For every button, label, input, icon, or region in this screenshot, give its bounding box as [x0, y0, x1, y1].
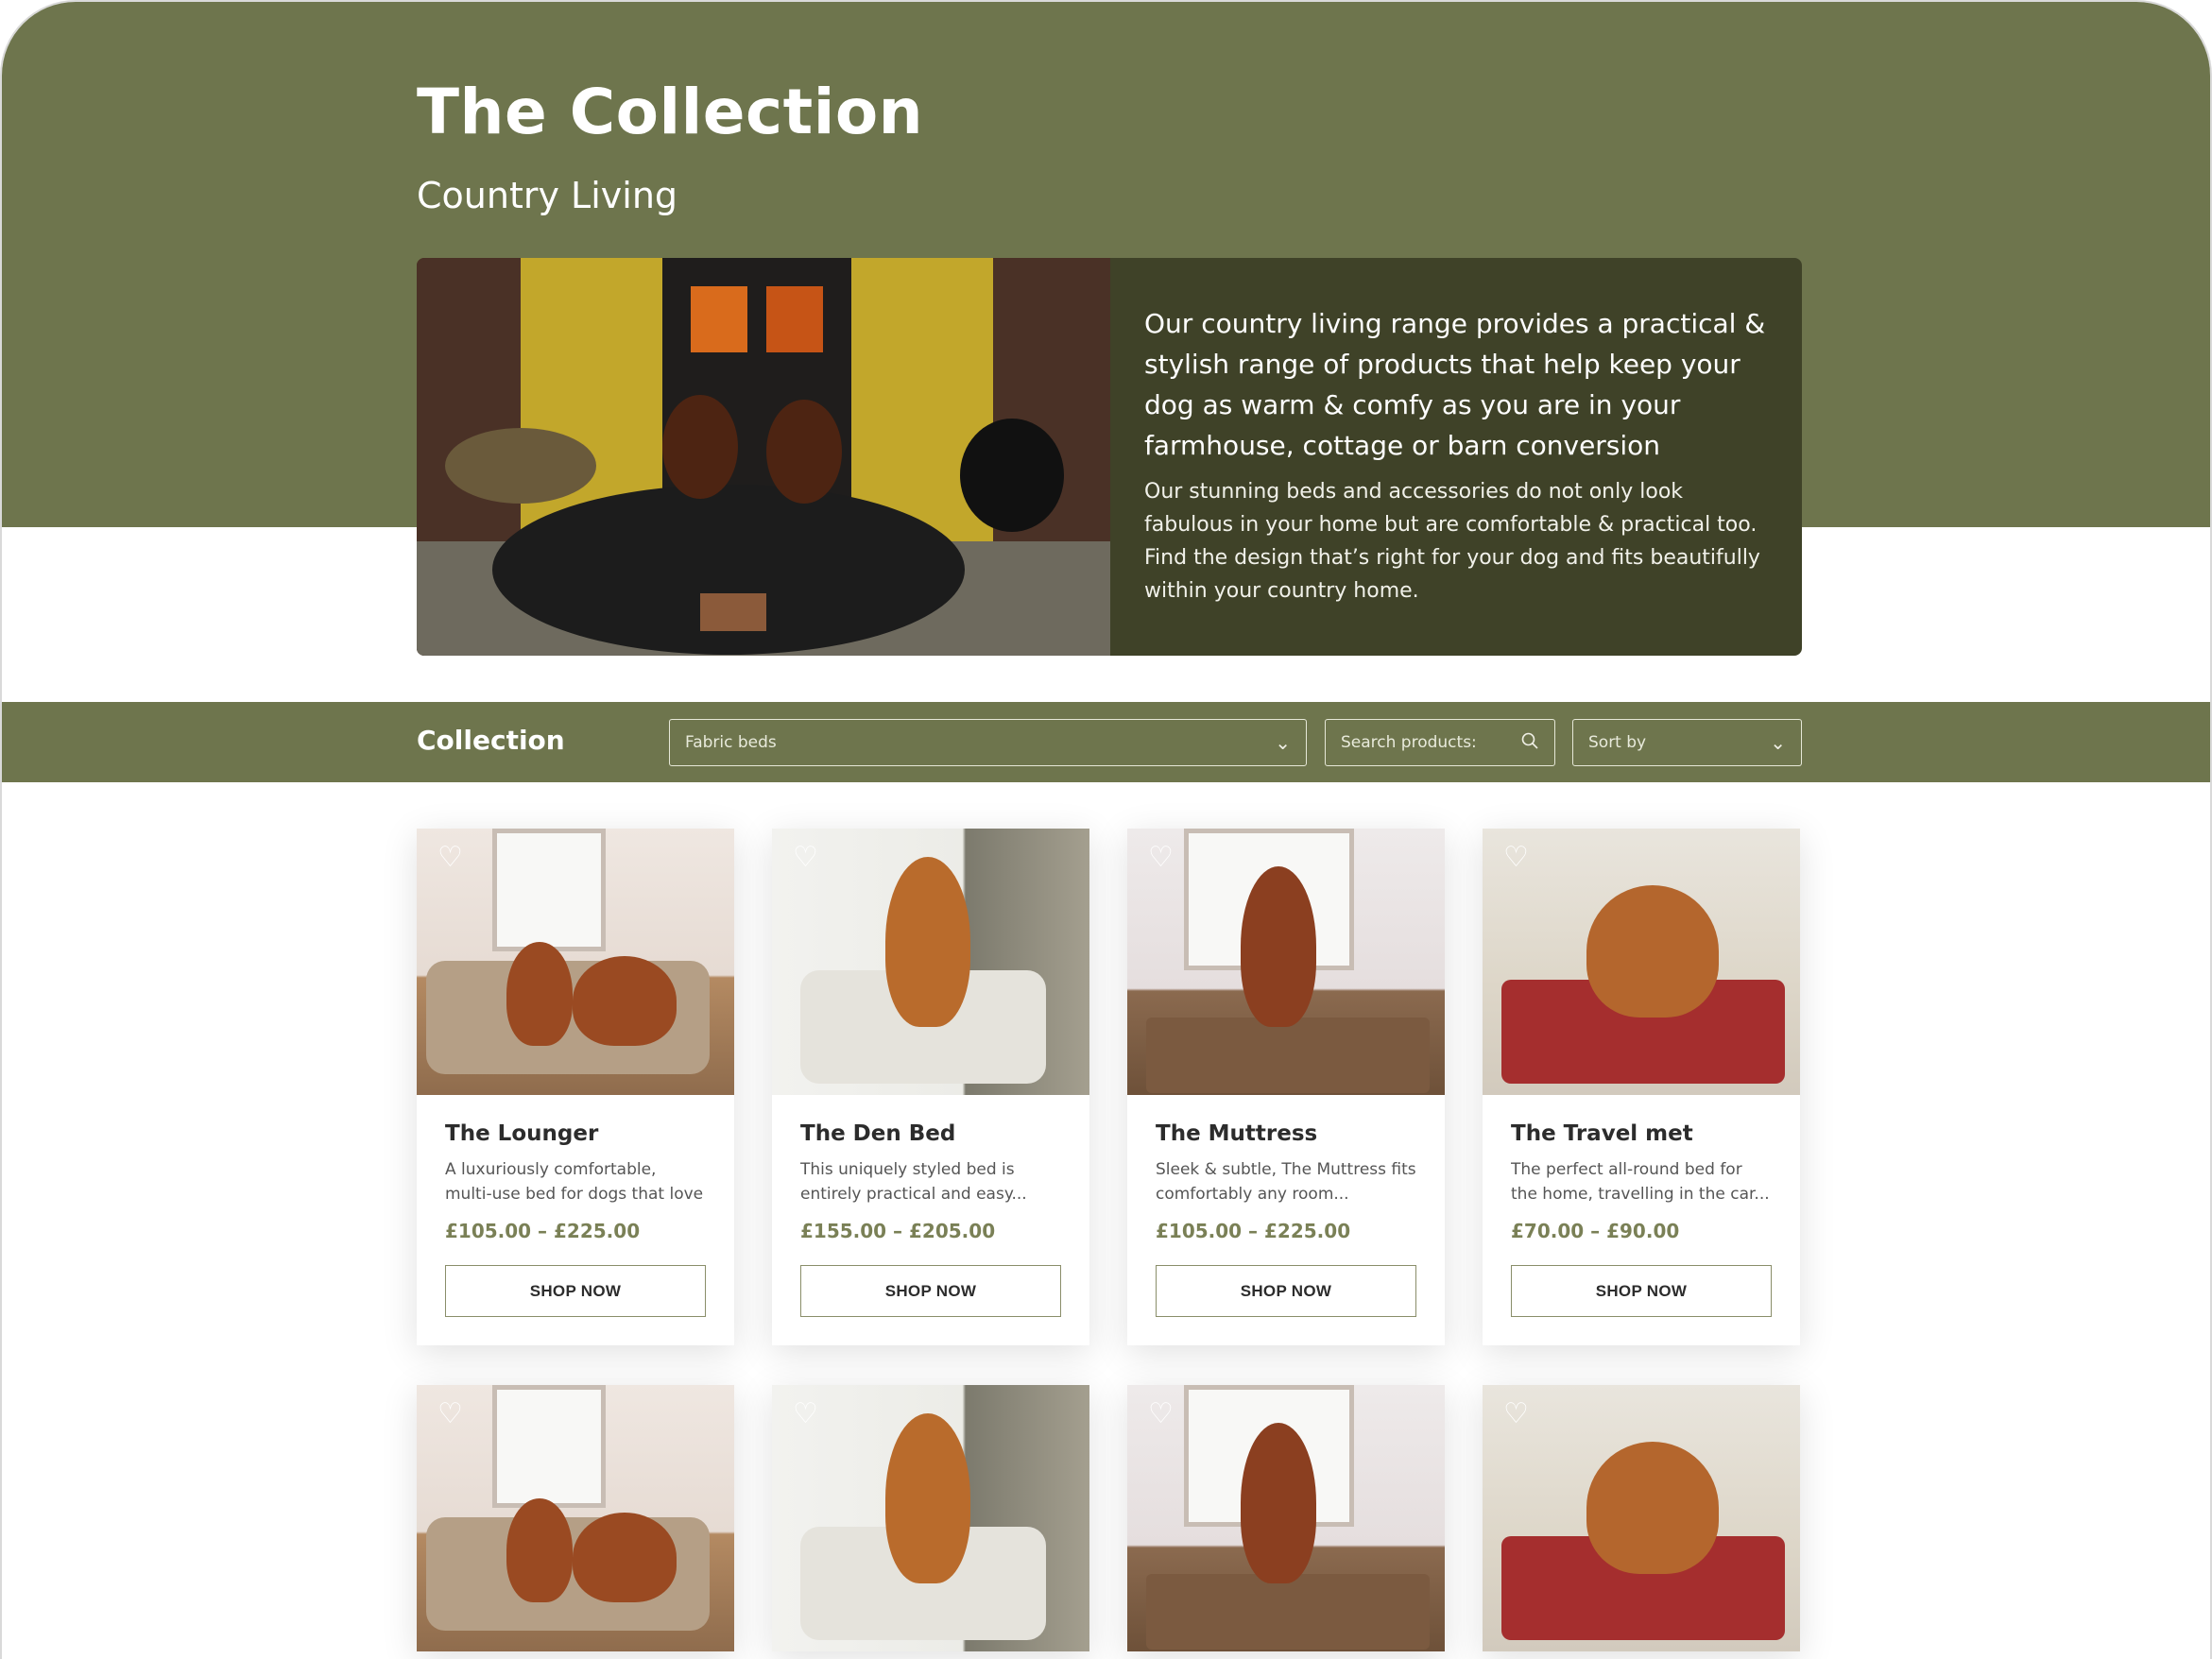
hero-card: Our country living range provides a prac…: [417, 258, 1802, 656]
shop-now-button[interactable]: SHOP NOW: [800, 1265, 1061, 1317]
product-card[interactable]: ♡: [1483, 1385, 1800, 1651]
shop-now-button[interactable]: SHOP NOW: [1156, 1265, 1416, 1317]
heart-outline-icon[interactable]: ♡: [1503, 844, 1529, 872]
hero-body: Our stunning beds and accessories do not…: [1144, 480, 1760, 603]
hero-illustration: [417, 258, 1110, 656]
product-image[interactable]: ♡: [772, 1385, 1089, 1651]
search-placeholder: Search products:: [1341, 733, 1477, 752]
hero-text: Our country living range provides a prac…: [1110, 258, 1802, 656]
product-image[interactable]: ♡: [772, 829, 1089, 1095]
product-description: This uniquely styled bed is entirely pra…: [800, 1160, 1027, 1204]
product-title: The Den Bed: [800, 1121, 956, 1146]
product-title: The Travel met: [1511, 1121, 1693, 1146]
product-image[interactable]: ♡: [1127, 829, 1445, 1095]
product-image[interactable]: ♡: [417, 1385, 734, 1651]
search-icon[interactable]: [1520, 731, 1539, 755]
page-subtitle: Country Living: [417, 175, 678, 216]
product-image[interactable]: ♡: [1127, 1385, 1445, 1651]
product-price: £105.00 – £225.00: [1156, 1220, 1351, 1242]
product-card[interactable]: ♡: [417, 1385, 734, 1651]
hero-image-fireplace-dogs: [417, 258, 1110, 656]
product-image[interactable]: ♡: [417, 829, 734, 1095]
product-description: The perfect all-round bed for the home, …: [1511, 1160, 1770, 1204]
page-title: The Collection: [417, 76, 924, 148]
heart-outline-icon[interactable]: ♡: [1148, 1400, 1174, 1428]
filter-bar: Collection Fabric beds ⌄ Search products…: [2, 702, 2210, 782]
heart-outline-icon[interactable]: ♡: [793, 844, 818, 872]
product-card[interactable]: ♡: [1127, 1385, 1445, 1651]
sort-select[interactable]: Sort by ⌄: [1572, 719, 1802, 766]
product-price: £70.00 – £90.00: [1511, 1220, 1680, 1242]
heart-outline-icon[interactable]: ♡: [437, 1400, 463, 1428]
heart-outline-icon[interactable]: ♡: [793, 1400, 818, 1428]
product-image[interactable]: ♡: [1483, 829, 1800, 1095]
product-price: £155.00 – £205.00: [800, 1220, 996, 1242]
product-card[interactable]: ♡ The Muttress Sleek & subtle, The Muttr…: [1127, 829, 1445, 1345]
shop-now-button[interactable]: SHOP NOW: [1511, 1265, 1772, 1317]
category-select-value: Fabric beds: [685, 733, 777, 752]
product-card[interactable]: ♡: [772, 1385, 1089, 1651]
category-select[interactable]: Fabric beds ⌄: [669, 719, 1307, 766]
product-image[interactable]: ♡: [1483, 1385, 1800, 1651]
heart-outline-icon[interactable]: ♡: [1148, 844, 1174, 872]
page-frame: The Collection Country Living Our countr…: [0, 0, 2212, 1659]
filter-title: Collection: [417, 725, 565, 756]
product-description: Sleek & subtle, The Muttress fits comfor…: [1156, 1160, 1416, 1204]
product-price: £105.00 – £225.00: [445, 1220, 641, 1242]
product-title: The Muttress: [1156, 1121, 1318, 1146]
chevron-down-icon: ⌄: [1275, 731, 1291, 754]
product-card[interactable]: ♡ The Den Bed This uniquely styled bed i…: [772, 829, 1089, 1345]
shop-now-button[interactable]: SHOP NOW: [445, 1265, 706, 1317]
chevron-down-icon: ⌄: [1770, 731, 1786, 754]
heart-outline-icon[interactable]: ♡: [437, 844, 463, 872]
sort-select-value: Sort by: [1588, 733, 1647, 752]
product-description: A luxuriously comfortable, multi-use bed…: [445, 1160, 704, 1204]
heart-outline-icon[interactable]: ♡: [1503, 1400, 1529, 1428]
search-input[interactable]: Search products:: [1325, 719, 1555, 766]
product-card[interactable]: ♡ The Travel met The perfect all-round b…: [1483, 829, 1800, 1345]
hero-lead: Our country living range provides a prac…: [1144, 308, 1766, 461]
product-card[interactable]: ♡ The Lounger A luxuriously comfortable,…: [417, 829, 734, 1345]
product-title: The Lounger: [445, 1121, 599, 1146]
